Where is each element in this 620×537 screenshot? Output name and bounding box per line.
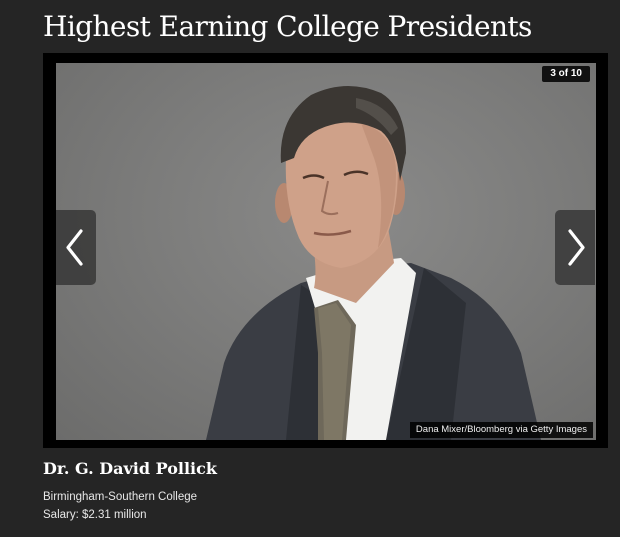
page-title: Highest Earning College Presidents — [43, 10, 532, 43]
slide-counter: 3 of 10 — [542, 66, 590, 82]
chevron-right-icon — [568, 229, 585, 266]
slide-photo: 3 of 10 Dana Mixer/Bloomberg via Getty I… — [56, 63, 596, 440]
slideshow: 3 of 10 Dana Mixer/Bloomberg via Getty I… — [43, 53, 608, 448]
next-slide-button[interactable] — [555, 210, 595, 285]
president-name: Dr. G. David Pollick — [43, 459, 217, 478]
college-name: Birmingham-Southern College — [43, 491, 198, 503]
salary-text: Salary: $2.31 million — [43, 509, 147, 521]
photo-credit: Dana Mixer/Bloomberg via Getty Images — [409, 422, 593, 438]
portrait-illustration — [206, 85, 541, 440]
previous-slide-button[interactable] — [56, 210, 96, 285]
chevron-left-icon — [66, 229, 83, 266]
